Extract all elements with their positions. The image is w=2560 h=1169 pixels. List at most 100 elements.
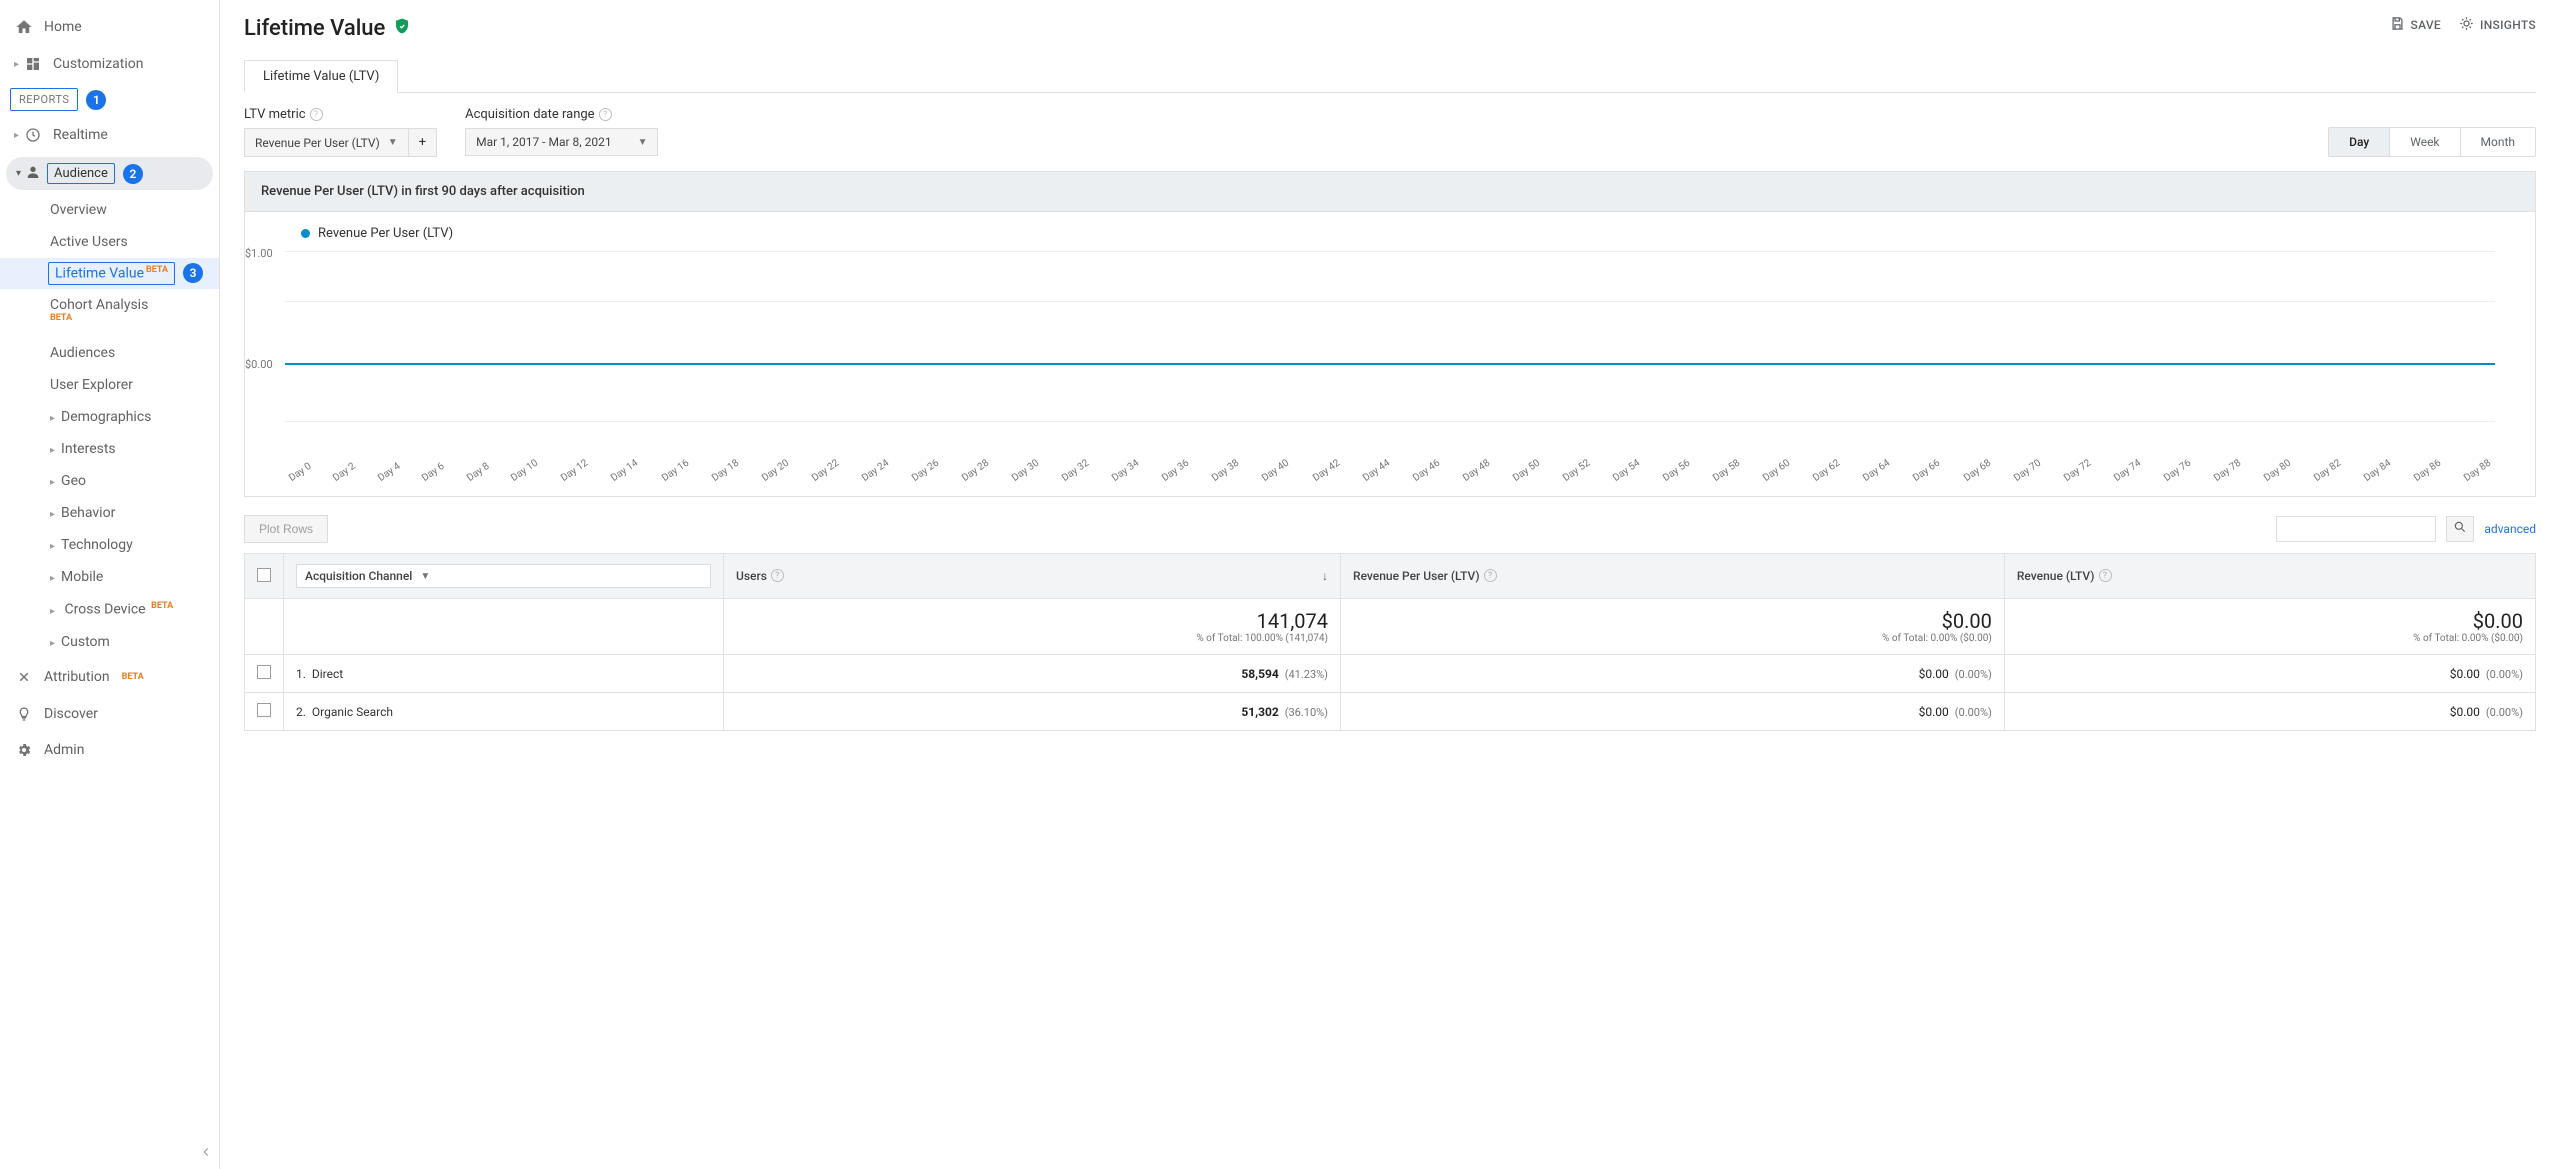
- save-icon: [2390, 16, 2405, 34]
- advanced-link[interactable]: advanced: [2484, 522, 2536, 536]
- nav-lifetime-value-label: Lifetime Value: [55, 266, 144, 282]
- help-icon: ?: [2099, 569, 2112, 582]
- help-icon[interactable]: ?: [310, 108, 323, 121]
- nav-realtime[interactable]: ▸ Realtime: [0, 117, 219, 153]
- granularity-day[interactable]: Day: [2329, 128, 2390, 156]
- granularity-toggle: Day Week Month: [2328, 127, 2536, 157]
- select-all-checkbox[interactable]: [257, 568, 271, 582]
- nav-admin[interactable]: Admin: [0, 732, 219, 768]
- nav-technology[interactable]: Technology: [50, 529, 219, 561]
- nav-customization[interactable]: ▸ Customization: [0, 46, 219, 82]
- save-button[interactable]: SAVE: [2390, 16, 2441, 34]
- callout-3: 3: [183, 263, 203, 283]
- nav-audience-label: Audience: [47, 163, 115, 184]
- dimension-select[interactable]: Acquisition Channel ▼: [296, 564, 711, 588]
- col-rpu[interactable]: Revenue Per User (LTV) ?: [1341, 554, 2005, 599]
- nav-interests[interactable]: Interests: [50, 433, 219, 465]
- nav-customization-label: Customization: [53, 56, 143, 72]
- sidebar: Home ▸ Customization REPORTS 1 ▸ Realtim…: [0, 0, 220, 1169]
- row-channel-name[interactable]: Organic Search: [312, 705, 393, 719]
- page-title: Lifetime Value: [244, 16, 411, 41]
- granularity-week[interactable]: Week: [2390, 128, 2460, 156]
- plot-rows-button[interactable]: Plot Rows: [244, 515, 328, 543]
- home-icon: [14, 18, 34, 36]
- callout-2: 2: [123, 164, 143, 184]
- nav-home-label: Home: [44, 19, 82, 35]
- nav-home[interactable]: Home: [0, 8, 219, 46]
- callout-1: 1: [86, 90, 106, 110]
- help-icon[interactable]: ?: [599, 108, 612, 121]
- legend-dot-icon: [301, 229, 310, 238]
- person-icon: [25, 164, 41, 184]
- nav-lifetime-value[interactable]: Lifetime ValueBETA 3: [0, 258, 219, 289]
- x-axis: Day 0Day 2Day 4Day 6Day 8Day 10Day 12Day…: [285, 475, 2495, 486]
- plus-icon: +: [419, 135, 426, 150]
- nav-custom[interactable]: Custom: [50, 626, 219, 658]
- nav-discover[interactable]: Discover: [0, 696, 219, 732]
- table-search-input[interactable]: [2276, 516, 2436, 542]
- nav-audience[interactable]: ▾ Audience 2: [6, 157, 213, 190]
- col-users[interactable]: Users ? ↓: [724, 554, 1341, 599]
- date-range-select[interactable]: Mar 1, 2017 - Mar 8, 2021 ▼: [465, 128, 658, 156]
- beta-badge: BETA: [122, 672, 144, 682]
- insights-button[interactable]: INSIGHTS: [2459, 16, 2536, 34]
- chevron-right-icon: ▸: [14, 130, 19, 141]
- table-row: 1. Direct 58,594(41.23%) $0.00(0.00%) $0…: [245, 655, 2536, 693]
- row-checkbox[interactable]: [257, 703, 271, 717]
- beta-badge: BETA: [146, 265, 168, 275]
- summary-revenue: $0.00 % of Total: 0.00% ($0.00): [2004, 599, 2535, 655]
- verified-shield-icon: [393, 16, 411, 41]
- add-metric-button[interactable]: +: [409, 128, 437, 157]
- sidebar-collapse-button[interactable]: [199, 1145, 213, 1163]
- nav-audiences[interactable]: Audiences: [50, 337, 219, 369]
- ltv-metric-select[interactable]: Revenue Per User (LTV) ▼: [244, 128, 409, 157]
- nav-attribution[interactable]: Attribution BETA: [0, 658, 219, 696]
- nav-user-explorer[interactable]: User Explorer: [50, 369, 219, 401]
- granularity-month[interactable]: Month: [2461, 128, 2535, 156]
- help-icon: ?: [771, 569, 784, 582]
- nav-admin-label: Admin: [44, 742, 84, 758]
- sort-arrow-down-icon: ↓: [1322, 569, 1328, 583]
- main-content: Lifetime Value SAVE INSIGHTS: [220, 0, 2560, 1169]
- chevron-down-icon: ▼: [638, 137, 648, 148]
- table-search-button[interactable]: [2446, 516, 2474, 542]
- row-channel-name[interactable]: Direct: [312, 667, 343, 681]
- nav-demographics[interactable]: Demographics: [50, 401, 219, 433]
- nav-attribution-label: Attribution: [44, 669, 110, 685]
- y-axis-tick: $1.00: [245, 247, 273, 260]
- nav-geo[interactable]: Geo: [50, 465, 219, 497]
- nav-behavior[interactable]: Behavior: [50, 497, 219, 529]
- audience-submenu-2: Cohort Analysis BETA Audiences User Expl…: [0, 289, 219, 658]
- chevron-down-icon: ▾: [16, 168, 21, 179]
- chart-legend: Revenue Per User (LTV): [285, 226, 2495, 241]
- row-checkbox[interactable]: [257, 665, 271, 679]
- data-table: Acquisition Channel ▼ Users ? ↓ Revenue …: [244, 553, 2536, 731]
- chart-plot-area: $1.00 $0.00: [285, 251, 2495, 471]
- nav-mobile[interactable]: Mobile: [50, 561, 219, 593]
- chevron-right-icon: ▸: [14, 59, 19, 70]
- tab-lifetime-value[interactable]: Lifetime Value (LTV): [244, 60, 398, 93]
- y-axis-tick: $0.00: [245, 358, 273, 371]
- nav-discover-label: Discover: [44, 706, 98, 722]
- col-revenue[interactable]: Revenue (LTV) ?: [2004, 554, 2535, 599]
- chevron-down-icon: ▼: [388, 137, 398, 148]
- ltv-metric-label: LTV metric ?: [244, 107, 437, 122]
- nav-active-users[interactable]: Active Users: [50, 226, 219, 258]
- clock-icon: [23, 127, 43, 143]
- nav-cross-device[interactable]: Cross Device BETA: [50, 593, 219, 626]
- lightbulb-icon: [14, 706, 34, 722]
- chart-data-line: [285, 363, 2495, 365]
- chart-card: Revenue Per User (LTV) in first 90 days …: [244, 171, 2536, 497]
- nav-realtime-label: Realtime: [53, 127, 108, 143]
- insights-icon: [2459, 16, 2474, 34]
- dashboard-icon: [23, 56, 43, 72]
- chevron-down-icon: ▼: [420, 571, 430, 582]
- tabs: Lifetime Value (LTV): [244, 59, 2536, 93]
- beta-badge: BETA: [151, 601, 173, 611]
- nav-cohort[interactable]: Cohort Analysis BETA: [50, 289, 219, 338]
- nav-overview[interactable]: Overview: [50, 194, 219, 226]
- help-icon: ?: [1484, 569, 1497, 582]
- attribution-icon: [14, 668, 34, 686]
- table-row: 2. Organic Search 51,302(36.10%) $0.00(0…: [245, 693, 2536, 731]
- chart-title: Revenue Per User (LTV) in first 90 days …: [245, 172, 2535, 212]
